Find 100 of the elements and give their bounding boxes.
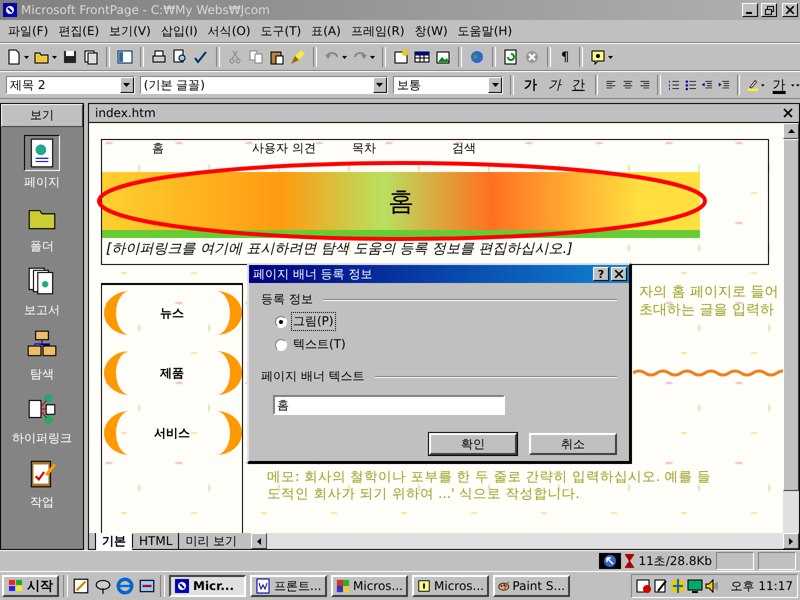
menu-item[interactable]: 프레임(R) [350, 22, 404, 40]
table-icon[interactable] [414, 49, 430, 65]
copy-pages-icon[interactable] [248, 49, 264, 65]
left-arrow-icon[interactable] [257, 538, 262, 544]
clock: 오후 11:17 [730, 578, 793, 594]
view-tab[interactable]: HTML [132, 534, 178, 548]
printer-icon[interactable] [151, 49, 167, 65]
monitor-icon[interactable] [686, 578, 703, 594]
menu-item[interactable]: 편집(E) [58, 22, 100, 40]
help-icon[interactable] [590, 49, 606, 65]
taskbar-button[interactable]: Micros... [331, 575, 408, 597]
panel-icon[interactable] [117, 49, 133, 65]
view-label[interactable]: 탐색 [30, 366, 54, 383]
caret-icon [123, 83, 130, 87]
caret-icon[interactable] [608, 56, 614, 58]
view-label[interactable]: 하이퍼링크 [12, 430, 72, 447]
vertical-scrollbar[interactable] [783, 123, 799, 533]
view-label[interactable]: 페이지 [24, 174, 60, 191]
document-w-icon [255, 578, 271, 594]
document-tab[interactable]: index.htm [95, 106, 783, 120]
memo-text: 메모: 회사의 철학이나 포부를 한 두 줄로 간략히 입력하십시오. 예를 들 [267, 469, 712, 486]
nav-link[interactable]: 홈 [152, 140, 252, 160]
font-color-button[interactable]: 가 [770, 76, 789, 94]
caret-icon[interactable] [760, 84, 765, 86]
check-mark-icon[interactable] [193, 49, 209, 65]
start-button[interactable]: 시작 [2, 575, 59, 597]
help-button[interactable]: ? [593, 267, 609, 281]
pencil-icon[interactable] [72, 577, 90, 595]
window-title: Microsoft FrontPage - C:₩My Webs₩Jcom [21, 3, 270, 17]
font-size-dropdown[interactable]: 보통 [392, 76, 504, 94]
windows-flag-icon [8, 579, 24, 593]
nav-link[interactable]: 목차 [352, 140, 452, 160]
caret-icon[interactable] [342, 56, 347, 58]
pencil-page-icon[interactable] [652, 578, 669, 594]
font-dropdown[interactable]: (기본 글꼴) [140, 76, 388, 94]
caret-icon [492, 83, 499, 87]
underline-button[interactable]: 간 [568, 76, 588, 94]
stop-icon[interactable] [524, 49, 540, 65]
italic-button[interactable]: 가 [544, 76, 564, 94]
menu-item[interactable]: 파일(F) [8, 22, 48, 40]
ok-button[interactable]: 확인 [429, 433, 517, 455]
nav-link[interactable]: 사용자 의견 [252, 140, 352, 160]
banner-text-field[interactable]: 홈 [273, 395, 505, 415]
radio-label[interactable]: 그림(P) [291, 312, 336, 331]
horizontal-scrollbar[interactable] [251, 533, 799, 549]
restore-button[interactable] [761, 3, 777, 17]
menu-item[interactable]: 서식(O) [208, 22, 251, 40]
speaker-icon[interactable] [704, 578, 720, 594]
memo-text: 도적인 회사가 되기 위하여 ...' 식으로 작성합니다. [267, 486, 581, 503]
body-text: 자의 홈 페이지로 들어 [639, 283, 780, 301]
status-panel [758, 552, 796, 570]
status-panel [716, 552, 754, 570]
dialog-title: 페이지 배너 등록 정보 [253, 266, 372, 282]
bold-button[interactable]: 가 [520, 76, 540, 94]
nav-button[interactable]: 서비스 [102, 411, 242, 455]
cancel-button[interactable]: 취소 [529, 433, 617, 455]
close-button[interactable] [611, 267, 627, 281]
nav-button[interactable]: 뉴스 [102, 291, 242, 335]
caret-icon[interactable] [52, 56, 57, 58]
view-tab[interactable]: 기본 [95, 532, 132, 550]
radio-button[interactable] [275, 316, 287, 328]
magnifier-page-icon[interactable] [172, 49, 188, 65]
body-text: 초대하는 글을 입력하 [639, 301, 775, 319]
taskbar-button[interactable]: Micros... [412, 575, 489, 597]
pages-stack-icon[interactable] [83, 49, 99, 65]
caret-icon[interactable] [24, 56, 29, 58]
right-arrow-icon[interactable] [789, 538, 793, 544]
view-label[interactable]: 작업 [30, 494, 54, 511]
refresh-icon[interactable] [503, 49, 519, 65]
radio-button[interactable] [275, 338, 287, 350]
show-all-button[interactable]: ¶ [558, 50, 572, 64]
menu-item[interactable]: 도구(T) [260, 22, 302, 40]
close-icon[interactable] [783, 108, 793, 118]
taskbar-button[interactable]: 프론트... [250, 575, 327, 597]
clipboard-icon[interactable] [269, 49, 285, 65]
taskbar-button[interactable]: Micr... [169, 575, 246, 597]
component-icon[interactable] [393, 49, 409, 65]
caret-icon[interactable] [370, 56, 375, 58]
up-arrow-icon[interactable] [788, 129, 794, 133]
menu-item[interactable]: 창(W) [414, 22, 448, 40]
view-label[interactable]: 보고서 [24, 302, 60, 319]
image-icon[interactable] [435, 49, 451, 65]
menu-item[interactable]: 보기(V) [109, 22, 151, 40]
view-tab[interactable]: 미리 보기 [178, 532, 244, 550]
menu-item[interactable]: 표(A) [311, 22, 341, 40]
page-view-icon[interactable] [24, 135, 60, 171]
taskbar-button[interactable]: Paint S... [493, 575, 570, 597]
frontpage-logo-icon [174, 578, 190, 594]
radio-label[interactable]: 텍스트(T) [291, 335, 348, 354]
menu-item[interactable]: 도움말(H) [458, 22, 512, 40]
minimize-button[interactable] [742, 3, 758, 17]
style-dropdown[interactable]: 제목 2 [6, 76, 135, 94]
menu-item[interactable]: 삽입(I) [160, 22, 198, 40]
nav-link[interactable]: 검색 [452, 140, 552, 160]
view-label[interactable]: 폴더 [30, 238, 54, 255]
new-page-icon[interactable] [6, 49, 22, 65]
brush-icon[interactable] [290, 49, 306, 65]
close-button[interactable] [782, 3, 798, 17]
nav-button[interactable]: 제품 [102, 351, 242, 395]
cursor-icon [599, 553, 622, 569]
